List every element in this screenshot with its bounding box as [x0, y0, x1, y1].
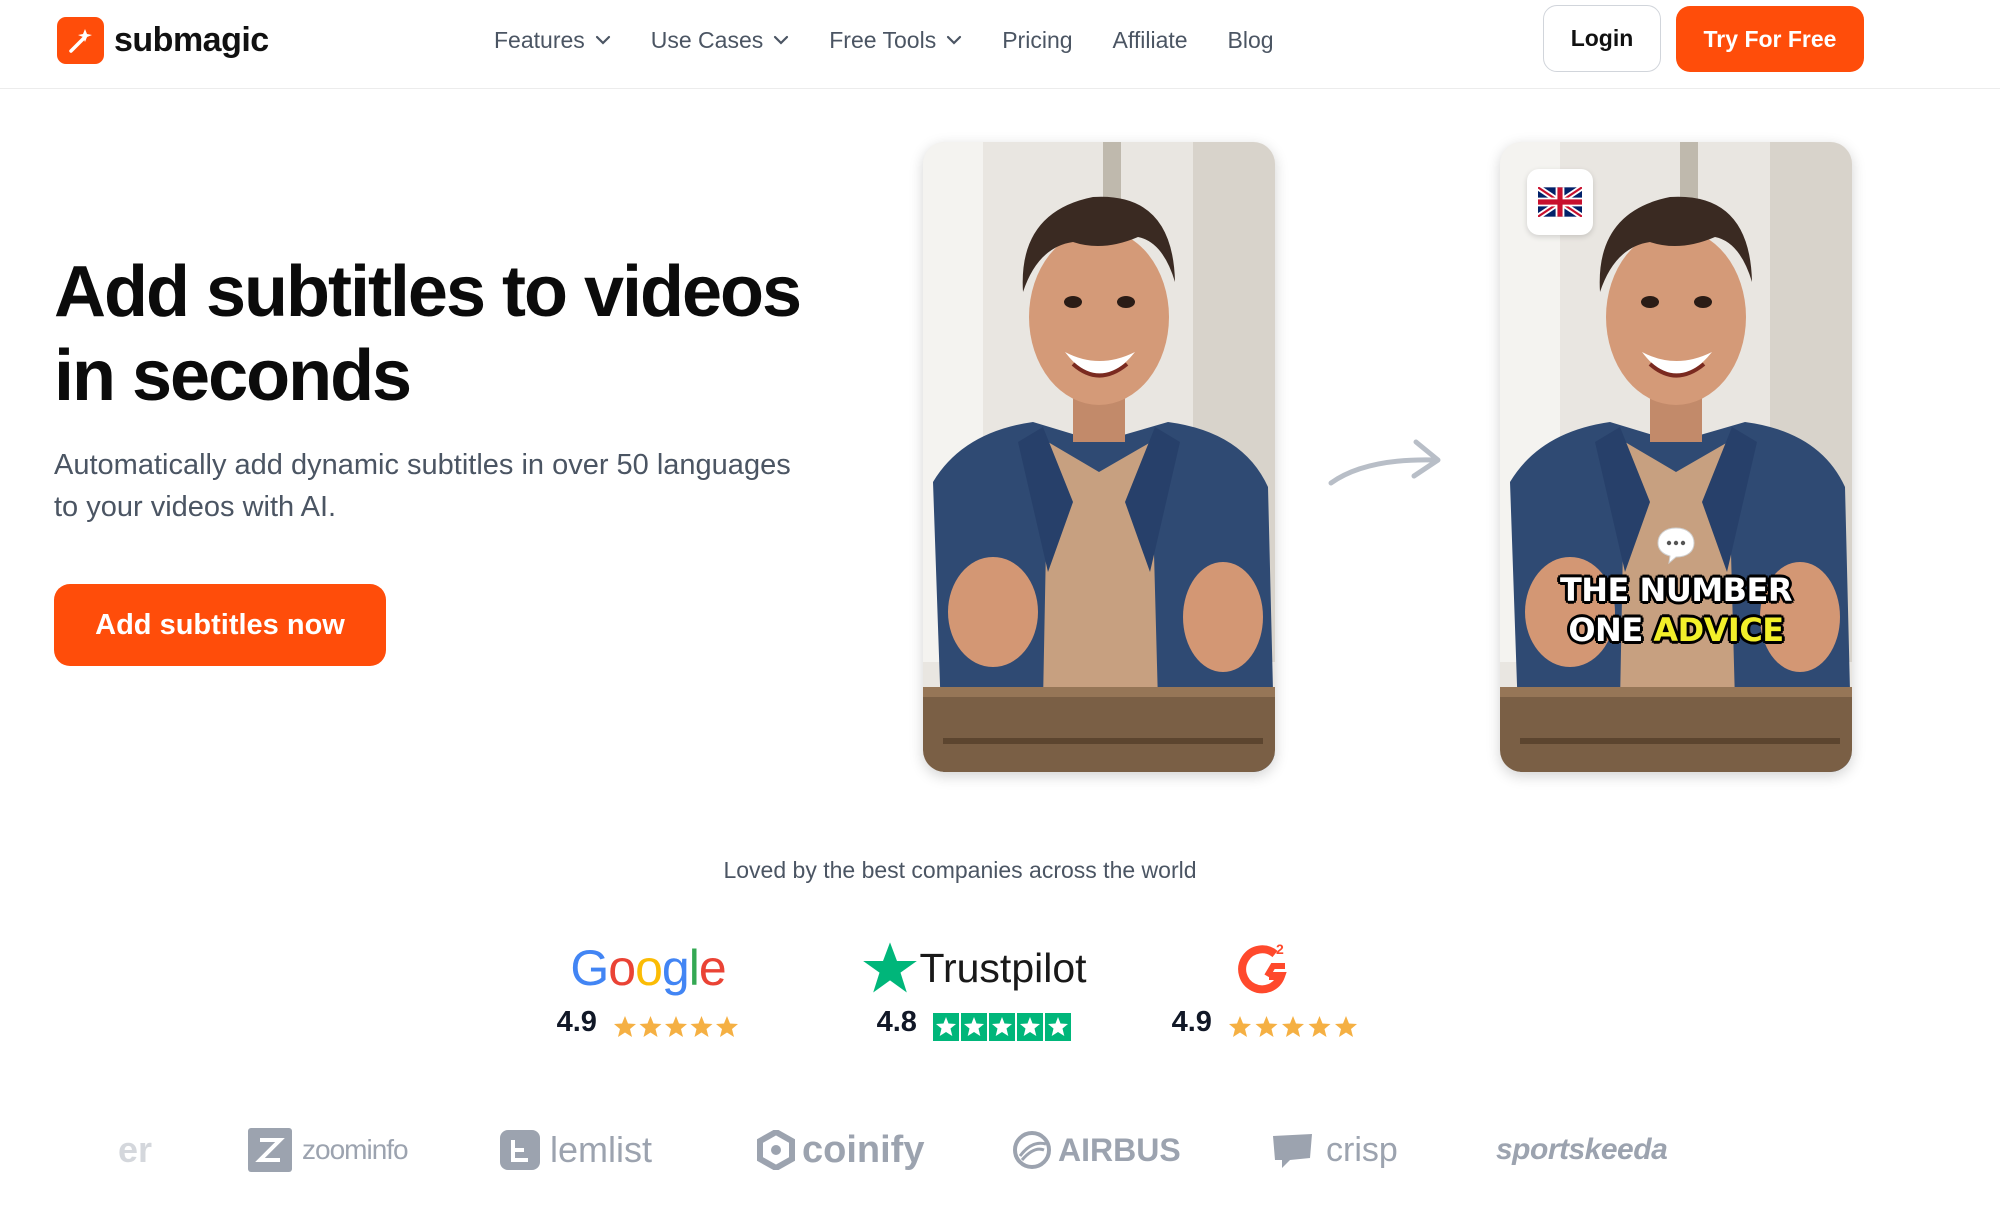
- video-before-card: [923, 142, 1275, 772]
- logo-label: AIRBUS: [1058, 1131, 1181, 1168]
- logo-label: coinify: [802, 1128, 925, 1171]
- caption-line: ONE ADVICE: [1500, 610, 1852, 650]
- chevron-down-icon: [774, 35, 789, 45]
- chevron-down-icon: [947, 35, 962, 45]
- g2-logo: 2: [1160, 940, 1370, 996]
- nav-item-label: Blog: [1227, 26, 1274, 53]
- g2-rating[interactable]: 2 4.9: [1160, 940, 1370, 1039]
- hero-title-line: in seconds: [54, 336, 412, 416]
- star-rating-icon: [933, 1012, 1072, 1041]
- crisp-icon: [1273, 1134, 1312, 1168]
- person-video-thumbnail: [923, 142, 1275, 772]
- chevron-down-icon: [595, 35, 610, 45]
- hero-subtitle: Automatically add dynamic subtitles in o…: [54, 444, 854, 528]
- nav-item-affiliate[interactable]: Affiliate: [1113, 24, 1188, 56]
- person-video-thumbnail: [1500, 142, 1852, 772]
- nav-item-label: Pricing: [1002, 26, 1073, 53]
- rating-row: 4.9: [548, 1006, 748, 1039]
- hero-subtitle-line: Automatically add dynamic subtitles in o…: [54, 449, 791, 481]
- customer-logos-strip: er zoominfo lemlist coinify AIRBUS crisp…: [0, 1124, 2000, 1180]
- star-rating-icon: [613, 1015, 739, 1039]
- brand-name: submagic: [114, 21, 269, 59]
- video-after-card: THE NUMBER ONE ADVICE: [1500, 142, 1852, 772]
- rating-score: 4.9: [556, 1006, 597, 1038]
- nav-menu: Features Use Cases Free Tools Pricing Af…: [494, 24, 1314, 56]
- airbus-icon: [1013, 1131, 1051, 1169]
- caption-line: THE NUMBER: [1559, 571, 1793, 609]
- lemlist-icon: [500, 1130, 540, 1170]
- nav-item-features[interactable]: Features: [494, 24, 611, 56]
- hero-subtitle-line: to your videos with AI.: [54, 491, 337, 523]
- zoominfo-icon: [248, 1128, 292, 1172]
- nav-item-pricing[interactable]: Pricing: [1002, 24, 1072, 56]
- uk-flag-icon[interactable]: [1527, 169, 1593, 235]
- speech-bubble-icon: [1657, 527, 1695, 565]
- logo-label: lemlist: [550, 1129, 653, 1170]
- nav-item-use-cases[interactable]: Use Cases: [651, 24, 789, 56]
- logo-airbus: AIRBUS: [1012, 1124, 1181, 1176]
- subtitle-caption: THE NUMBER ONE ADVICE: [1500, 570, 1852, 650]
- nav-item-label: Free Tools: [829, 26, 937, 53]
- nav-item-label: Use Cases: [650, 26, 764, 53]
- logo-sportskeeda: sportskeeda: [1496, 1133, 1668, 1166]
- logo-partial: er: [118, 1129, 153, 1170]
- social-proof-heading: Loved by the best companies across the w…: [723, 857, 1197, 883]
- trustpilot-rating[interactable]: Trustpilot 4.8: [852, 940, 1096, 1041]
- caption-highlight-word: ADVICE: [1653, 611, 1784, 649]
- rating-score: 4.8: [876, 1006, 917, 1038]
- nav-item-blog[interactable]: Blog: [1228, 24, 1274, 56]
- star-rating-icon: [1228, 1015, 1358, 1039]
- login-button[interactable]: Login: [1543, 5, 1661, 72]
- top-navbar: submagic Features Use Cases Free Tools P…: [0, 0, 2000, 89]
- logo-zoominfo: zoominfo: [248, 1124, 409, 1176]
- try-for-free-button[interactable]: Try For Free: [1676, 6, 1864, 72]
- logo-coinify: coinify: [756, 1124, 924, 1176]
- trustpilot-star-icon: [863, 942, 918, 993]
- rating-score: 4.9: [1171, 1006, 1212, 1038]
- nav-item-free-tools[interactable]: Free Tools: [829, 24, 962, 56]
- caption-word: ONE: [1568, 611, 1643, 649]
- logo-label: crisp: [1326, 1130, 1398, 1169]
- brand-logo[interactable]: submagic: [57, 17, 269, 64]
- coinify-icon: [757, 1130, 795, 1170]
- arrow-right-icon: [1328, 439, 1441, 486]
- magic-wand-icon: [57, 17, 104, 64]
- nav-item-label: Affiliate: [1112, 26, 1188, 53]
- hero-title: Add subtitles to videos in seconds: [54, 250, 854, 418]
- hero-title-line: Add subtitles to videos: [54, 252, 802, 332]
- trustpilot-logo: Trustpilot: [852, 940, 1096, 996]
- google-logo: Google: [570, 940, 726, 996]
- logo-crisp: crisp: [1270, 1124, 1398, 1176]
- g2-icon: 2: [1238, 941, 1287, 994]
- logo-label: zoominfo: [302, 1134, 409, 1165]
- google-rating[interactable]: Google 4.9: [548, 940, 748, 1039]
- svg-text:2: 2: [1276, 941, 1284, 957]
- rating-row: 4.9: [1160, 1006, 1370, 1039]
- nav-item-label: Features: [494, 26, 585, 53]
- add-subtitles-button[interactable]: Add subtitles now: [54, 584, 386, 666]
- trustpilot-wordmark: Trustpilot: [919, 944, 1087, 991]
- logo-lemlist: lemlist: [500, 1124, 652, 1176]
- rating-row: 4.8: [852, 1006, 1096, 1041]
- uk-flag-graphic: [1538, 187, 1582, 217]
